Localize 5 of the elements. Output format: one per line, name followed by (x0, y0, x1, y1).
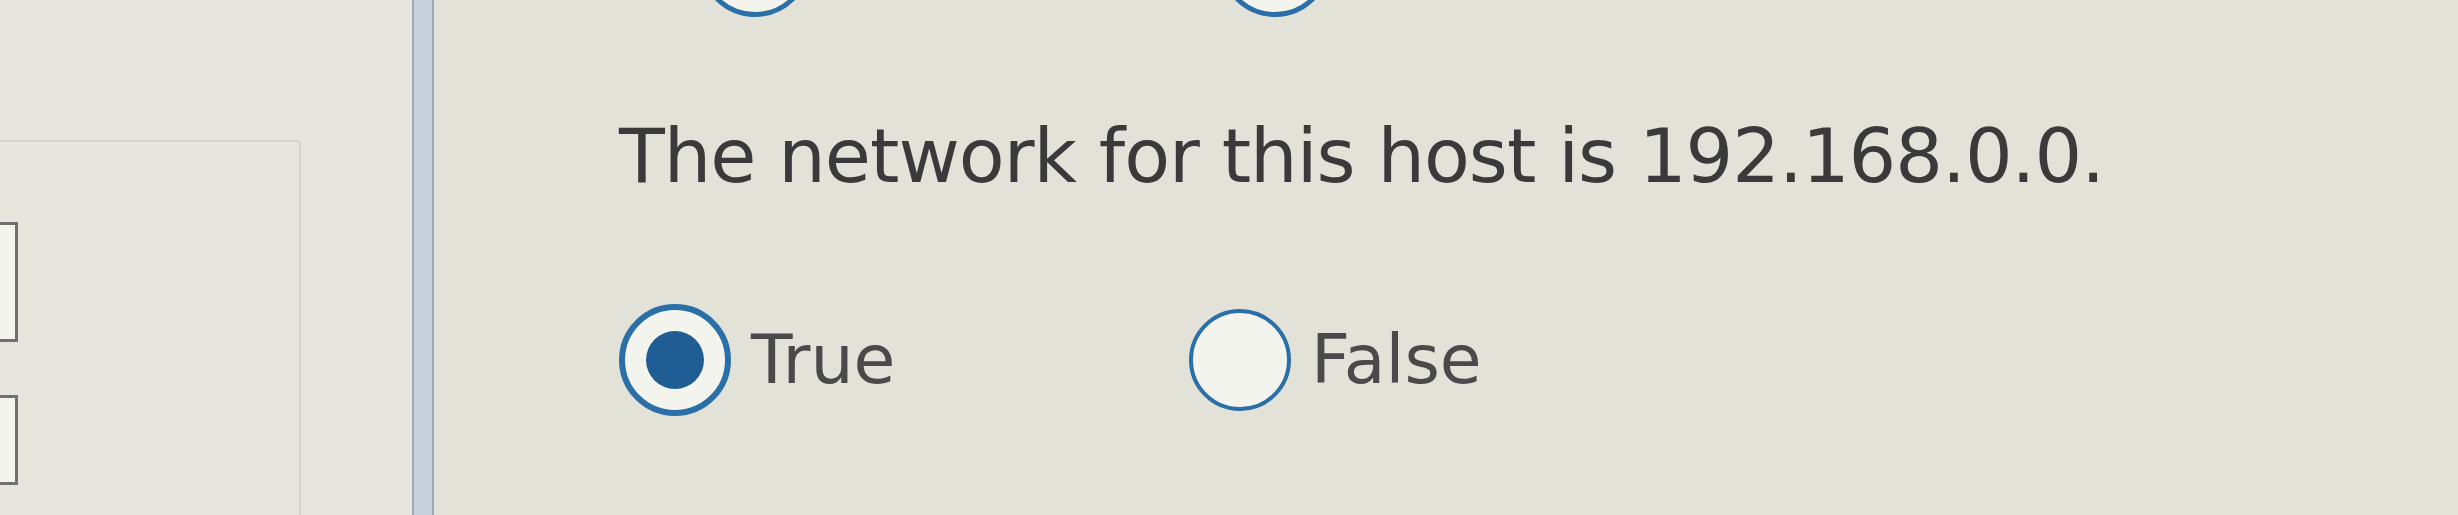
question-text: The network for this host is 192.168.0.0. (619, 111, 2105, 202)
input-field[interactable] (0, 222, 18, 342)
option-label[interactable]: False (1311, 315, 1482, 405)
option-label[interactable]: True (751, 315, 896, 405)
input-field[interactable] (0, 395, 18, 485)
